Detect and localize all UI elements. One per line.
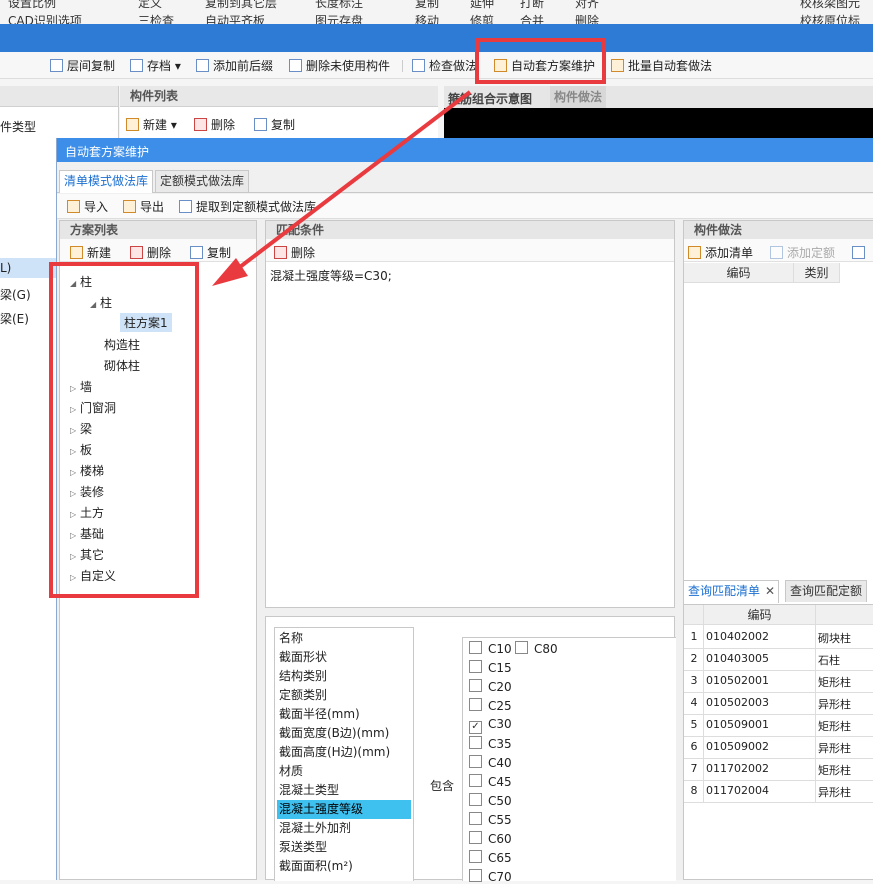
annotation-arrow-icon	[212, 90, 472, 286]
